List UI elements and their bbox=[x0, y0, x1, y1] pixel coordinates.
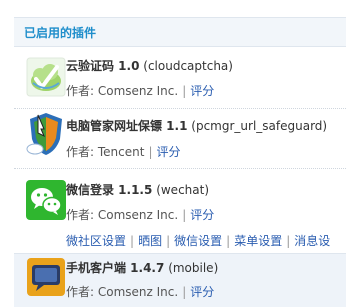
plugin-title: 云验证码 1.0 (cloudcaptcha) bbox=[66, 59, 233, 73]
message-settings-link[interactable]: 消息设 bbox=[294, 234, 330, 248]
plugin-settings-links: 微社区设置 | 晒图 | 微信设置 | 菜单设置 | 消息设 bbox=[66, 234, 331, 248]
plugin-meta: 作者: Comsenz Inc. | 评分 bbox=[66, 208, 215, 222]
rate-link[interactable]: 评分 bbox=[157, 145, 181, 159]
plugin-title: 手机客户端 1.4.7 (mobile) bbox=[66, 261, 219, 275]
rate-link[interactable]: 评分 bbox=[190, 285, 214, 299]
section-header: 已启用的插件 bbox=[14, 17, 346, 47]
plugin-title: 微信登录 1.1.5 (wechat) bbox=[66, 183, 210, 197]
rate-link[interactable]: 评分 bbox=[190, 208, 214, 222]
wechat-settings-link[interactable]: 微信设置 bbox=[174, 234, 222, 248]
plugin-meta: 作者: Comsenz Inc. | 评分 bbox=[66, 285, 215, 299]
plugin-meta: 作者: Comsenz Inc. | 评分 bbox=[66, 84, 215, 98]
wechat-icon bbox=[26, 180, 66, 220]
show-photo-link[interactable]: 晒图 bbox=[138, 234, 162, 248]
divider bbox=[14, 168, 346, 169]
plugin-meta: 作者: Tencent | 评分 bbox=[66, 145, 181, 159]
plugin-title: 电脑管家网址保镖 1.1 (pcmgr_url_safeguard) bbox=[66, 119, 328, 133]
rate-link[interactable]: 评分 bbox=[190, 84, 214, 98]
section-title: 已启用的插件 bbox=[24, 26, 97, 40]
pc-manager-shield-icon bbox=[24, 109, 68, 157]
mobile-client-icon bbox=[26, 257, 66, 297]
menu-settings-link[interactable]: 菜单设置 bbox=[234, 234, 282, 248]
micro-community-settings-link[interactable]: 微社区设置 bbox=[66, 234, 126, 248]
cloud-captcha-icon bbox=[26, 57, 66, 97]
